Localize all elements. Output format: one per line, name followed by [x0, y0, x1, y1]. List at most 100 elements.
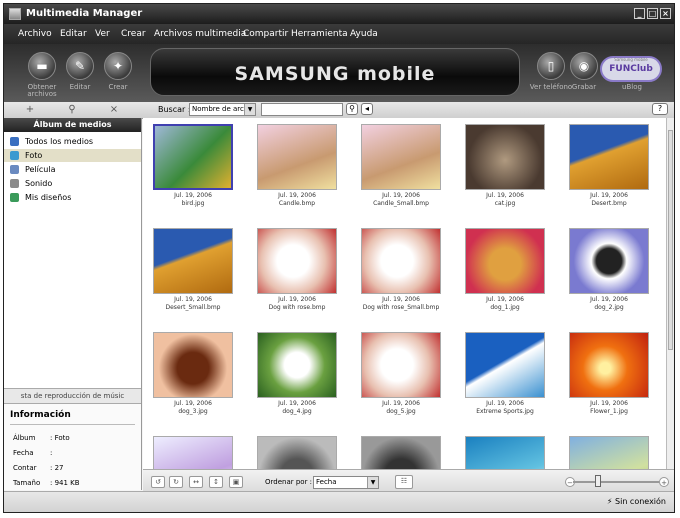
- media-item[interactable]: Jul. 19, 2006 Candle.bmp: [249, 120, 345, 225]
- minimize-icon[interactable]: _: [634, 8, 645, 19]
- media-item[interactable]: Jul. 19, 2006 Dog with rose.bmp: [249, 224, 345, 329]
- delete-icon[interactable]: ×: [104, 103, 124, 116]
- zoom-slider[interactable]: [573, 481, 659, 483]
- media-item[interactable]: Jul. 19, 2006 Extreme Sports.jpg: [457, 328, 553, 433]
- funclub-button[interactable]: Samsung mobile FUNClub: [600, 56, 662, 82]
- vertical-scrollbar[interactable]: [666, 118, 674, 469]
- ver-telefono-button[interactable]: ▯: [537, 52, 565, 80]
- search-input[interactable]: [261, 103, 343, 116]
- media-item[interactable]: Jul. 19, 2006 dog_5.jpg: [353, 328, 449, 433]
- link-icon[interactable]: ⚲: [62, 103, 82, 116]
- info-divider: [10, 424, 135, 425]
- help-icon[interactable]: ?: [652, 103, 668, 115]
- search-icon[interactable]: ⚲: [346, 103, 358, 115]
- window-title: Multimedia Manager: [26, 8, 143, 19]
- media-date: Jul. 19, 2006: [174, 192, 212, 199]
- media-item[interactable]: Jul. 19, 2006 bird.jpg: [145, 120, 241, 225]
- media-date: Jul. 19, 2006: [486, 192, 524, 199]
- search-label: Buscar :: [158, 105, 191, 114]
- info-value: :: [50, 449, 53, 457]
- media-item[interactable]: [353, 432, 449, 469]
- menu-crear[interactable]: Crear: [121, 29, 146, 39]
- status-bar: ⚡ Sin conexión: [4, 491, 674, 512]
- media-item[interactable]: Jul. 19, 2006 Candle_Small.bmp: [353, 120, 449, 225]
- maximize-icon[interactable]: □: [647, 8, 658, 19]
- rotate-left-icon[interactable]: ↺: [151, 476, 165, 488]
- media-item[interactable]: [561, 432, 657, 469]
- media-name: Candle_Small.bmp: [373, 200, 429, 207]
- back-icon[interactable]: ◂: [361, 103, 373, 115]
- menu-ver[interactable]: Ver: [95, 29, 110, 39]
- media-caption: Jul. 19, 2006 Desert.bmp: [561, 192, 657, 208]
- sidebar-item-foto[interactable]: Foto: [4, 149, 141, 162]
- sort-value: Fecha: [316, 478, 337, 486]
- sidebar: Álbum de medios Todos los medios Foto Pe…: [4, 118, 142, 490]
- media-date: Jul. 19, 2006: [382, 296, 420, 303]
- crear-button[interactable]: ✦: [104, 52, 132, 80]
- grabar-button[interactable]: ◉: [570, 52, 598, 80]
- media-item[interactable]: [145, 432, 241, 469]
- obtener-archivos-button[interactable]: ▬: [28, 52, 56, 80]
- sidebar-item-todos[interactable]: Todos los medios: [4, 135, 141, 148]
- media-item[interactable]: Jul. 19, 2006 dog_1.jpg: [457, 224, 553, 329]
- info-header: Información: [10, 410, 71, 420]
- sidebar-item-label: Todos los medios: [25, 137, 94, 146]
- add-icon[interactable]: +: [20, 103, 40, 116]
- media-thumbnail: [465, 436, 545, 469]
- all-media-icon: [10, 137, 19, 146]
- media-item[interactable]: Jul. 19, 2006 Dog with rose_Small.bmp: [353, 224, 449, 329]
- phone-icon: ▯: [547, 59, 555, 73]
- media-caption: Jul. 19, 2006 Flower_1.jpg: [561, 400, 657, 416]
- media-date: Jul. 19, 2006: [382, 400, 420, 407]
- rotate-right-icon[interactable]: ↻: [169, 476, 183, 488]
- close-icon[interactable]: ×: [660, 8, 671, 19]
- connection-status-text: Sin conexión: [615, 497, 666, 506]
- media-name: Candle.bmp: [278, 200, 316, 207]
- media-name: Desert.bmp: [591, 200, 627, 207]
- title-bar: Multimedia Manager _ □ ×: [4, 4, 674, 24]
- connection-status: ⚡ Sin conexión: [607, 497, 666, 506]
- grabar-label: Grabar: [571, 83, 597, 91]
- menu-editar[interactable]: Editar: [60, 29, 87, 39]
- media-name: Dog with rose_Small.bmp: [362, 304, 440, 311]
- media-thumbnail: [465, 228, 545, 294]
- media-item[interactable]: Jul. 19, 2006 Desert.bmp: [561, 120, 657, 225]
- sidebar-item-label: Mis diseños: [25, 193, 72, 202]
- flip-horizontal-icon[interactable]: ↔: [189, 476, 203, 488]
- media-item[interactable]: [249, 432, 345, 469]
- media-thumbnail: [569, 332, 649, 398]
- media-thumbnail: [569, 228, 649, 294]
- media-item[interactable]: Jul. 19, 2006 cat.jpg: [457, 120, 553, 225]
- media-item[interactable]: [457, 432, 553, 469]
- media-item[interactable]: Jul. 19, 2006 Desert_Small.bmp: [145, 224, 241, 329]
- zoom-in-icon[interactable]: +: [659, 477, 669, 487]
- media-name: dog_4.jpg: [282, 408, 312, 415]
- funclub-logo: FUNClub: [609, 64, 653, 74]
- media-item[interactable]: Jul. 19, 2006 dog_3.jpg: [145, 328, 241, 433]
- editar-button[interactable]: ✎: [66, 52, 94, 80]
- sidebar-item-pelicula[interactable]: Película: [4, 163, 141, 176]
- save-icon[interactable]: ▣: [229, 476, 243, 488]
- media-item[interactable]: Jul. 19, 2006 dog_2.jpg: [561, 224, 657, 329]
- view-mode-icon[interactable]: ☷: [395, 475, 413, 489]
- sort-select[interactable]: Fecha ▼: [313, 476, 379, 489]
- sidebar-item-disenos[interactable]: Mis diseños: [4, 191, 141, 204]
- menu-ayuda[interactable]: Ayuda: [350, 29, 378, 39]
- media-thumbnail: [153, 436, 233, 469]
- scrollbar-thumb[interactable]: [668, 130, 673, 350]
- zoom-slider-handle[interactable]: [595, 475, 601, 487]
- banner-text: SAMSUNG mobile: [234, 63, 436, 85]
- menu-archivos-multimedia[interactable]: Archivos multimedia: [154, 29, 246, 39]
- search-field-select[interactable]: Nombre de archi ▼: [189, 103, 256, 116]
- playlist-tab[interactable]: sta de reproducción de músic: [4, 388, 141, 404]
- menu-compartir[interactable]: Compartir: [243, 29, 288, 39]
- media-name: Extreme Sports.jpg: [476, 408, 534, 415]
- flip-vertical-icon[interactable]: ↕: [209, 476, 223, 488]
- sidebar-item-sonido[interactable]: Sonido: [4, 177, 141, 190]
- menu-archivo[interactable]: Archivo: [18, 29, 52, 39]
- media-item[interactable]: Jul. 19, 2006 dog_4.jpg: [249, 328, 345, 433]
- media-date: Jul. 19, 2006: [174, 296, 212, 303]
- media-name: dog_2.jpg: [594, 304, 624, 311]
- menu-herramienta[interactable]: Herramienta: [291, 29, 348, 39]
- media-item[interactable]: Jul. 19, 2006 Flower_1.jpg: [561, 328, 657, 433]
